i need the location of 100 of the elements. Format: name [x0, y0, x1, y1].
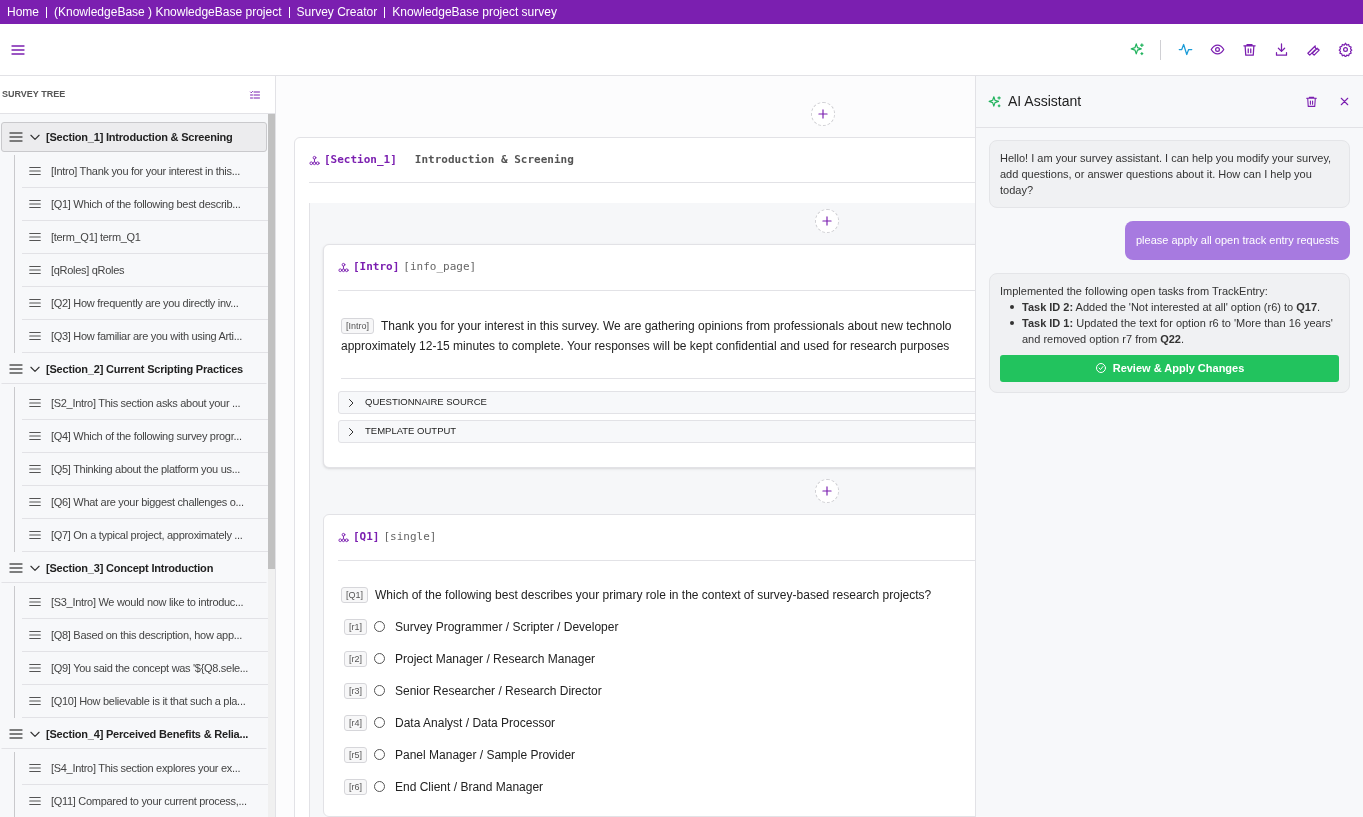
drag-handle-icon[interactable]	[28, 462, 42, 476]
plus-icon	[820, 484, 834, 498]
element-id: [Q1]	[353, 529, 380, 546]
item-label: [S4_Intro] This section explores your ex...	[51, 760, 241, 776]
breadcrumb-separator	[288, 6, 290, 18]
add-button[interactable]	[811, 102, 835, 126]
breadcrumb-link[interactable]: Home	[7, 3, 39, 21]
breadcrumb-separator	[384, 6, 386, 18]
add-button[interactable]	[815, 479, 839, 503]
settings-icon[interactable]	[1338, 42, 1353, 57]
item-label: [Q8] Based on this description, how app...	[51, 627, 243, 643]
close-icon[interactable]	[1338, 95, 1351, 108]
item-label: [Q11] Compared to your current process,...	[51, 793, 247, 809]
item-label: [Q1] Which of the following best describ...	[51, 196, 241, 212]
drag-handle-icon[interactable]	[28, 761, 42, 775]
code-badge: [r1]	[344, 618, 367, 635]
drag-handle-icon[interactable]	[28, 197, 42, 211]
assistant-message: Hello! I am your survey assistant. I can help you modify your survey, add questions, or answer questions about it. How can I help you today?	[989, 140, 1350, 208]
drag-handle-icon[interactable]	[28, 429, 42, 443]
item-label: [term_Q1] term_Q1	[51, 229, 141, 245]
drag-handle-icon[interactable]	[28, 396, 42, 410]
drag-handle-icon[interactable]	[28, 694, 42, 708]
element-type: [single]	[383, 529, 437, 546]
drag-handle-icon[interactable]	[28, 263, 42, 277]
user-message: please apply all open track entry requests	[1125, 221, 1350, 260]
add-button[interactable]	[815, 209, 839, 233]
element-id: [Intro]	[353, 259, 400, 276]
trash-icon[interactable]	[1305, 95, 1318, 108]
tree-section[interactable]: [Section_2] Current Scripting Practices	[1, 354, 267, 384]
drag-handle-icon[interactable]	[28, 628, 42, 642]
breadcrumb-separator	[46, 6, 47, 18]
option-label: Survey Programmer / Scripter / Developer	[395, 618, 619, 636]
drag-handle-icon[interactable]	[28, 230, 42, 244]
tree-section[interactable]: [Section_3] Concept Introduction	[1, 553, 267, 583]
sparkle-icon[interactable]	[1130, 42, 1145, 57]
hierarchy-icon	[309, 154, 320, 166]
trash-icon[interactable]	[1242, 42, 1257, 57]
list-item-text: Task ID 2: Added the 'Not interested at all' option (r6) to Q17.	[1022, 299, 1321, 315]
item-label: [Q2] How frequently are you directly inv...	[51, 295, 239, 311]
section-label: [Section_4] Perceived Benefits & Relia...	[46, 726, 249, 742]
drag-handle-icon[interactable]	[28, 495, 42, 509]
sparkle-icon	[988, 94, 1002, 109]
item-label: [Q3] How familiar are you with using Arti...	[51, 328, 242, 344]
panel-title: AI Assistant	[1008, 92, 1083, 111]
element-type: [info_page]	[403, 259, 477, 276]
intro-text: Thank you for your interest in this survey. We are gathering opinions from professionals about new technolo	[381, 318, 952, 335]
item-label: [S2_Intro] This section asks about your ...	[51, 395, 241, 411]
drag-handle-icon[interactable]	[8, 129, 24, 145]
drag-handle-icon[interactable]	[8, 726, 24, 742]
plus-icon	[820, 214, 834, 228]
section-id: [Section_1]	[324, 151, 397, 168]
section-title: Introduction & Screening	[414, 151, 574, 168]
code-badge: [r6]	[344, 778, 367, 795]
option-label: Data Analyst / Data Processor	[395, 714, 556, 732]
drag-handle-icon[interactable]	[28, 329, 42, 343]
tree-section[interactable]: [Section_1] Introduction & Screening	[1, 122, 267, 152]
item-label: [Q5] Thinking about the platform you us...	[51, 461, 240, 477]
drag-handle-icon[interactable]	[28, 528, 42, 542]
check-circle-icon	[1094, 362, 1107, 374]
item-label: [Q7] On a typical project, approximately ...	[51, 527, 243, 543]
drag-handle-icon[interactable]	[8, 560, 24, 576]
option-label: Senior Researcher / Research Director	[395, 682, 602, 700]
section-label: [Section_3] Concept Introduction	[46, 560, 214, 576]
option-label: End Client / Brand Manager	[395, 778, 544, 796]
breadcrumb-link[interactable]: (KnowledgeBase ) KnowledgeBase project	[54, 3, 282, 21]
code-badge: [r4]	[344, 714, 367, 731]
code-badge: [r3]	[344, 682, 367, 699]
item-label: [Intro] Thank you for your interest in this...	[51, 163, 240, 179]
code-badge: [r5]	[344, 746, 367, 763]
drag-handle-icon[interactable]	[28, 595, 42, 609]
drag-handle-icon[interactable]	[28, 296, 42, 310]
preview-icon[interactable]	[1210, 42, 1225, 57]
tree-section[interactable]: [Section_4] Perceived Benefits & Relia...	[1, 719, 267, 749]
hierarchy-icon	[338, 532, 349, 543]
collapsible-panel[interactable]: TEMPLATE OUTPUT	[338, 420, 975, 443]
drag-handle-icon[interactable]	[28, 661, 42, 675]
drag-handle-icon[interactable]	[28, 164, 42, 178]
drag-handle-icon[interactable]	[28, 794, 42, 808]
download-icon[interactable]	[1274, 42, 1289, 57]
item-label: [Q9] You said the concept was '${Q8.sele...	[51, 660, 249, 676]
option-label: Project Manager / Research Manager	[395, 650, 596, 668]
id-badge: [Intro]	[341, 318, 374, 334]
list-check-icon[interactable]	[249, 88, 261, 101]
drag-handle-icon[interactable]	[8, 361, 24, 377]
item-label: [Q10] How believable is it that such a pla...	[51, 693, 246, 709]
item-label: [Q4] Which of the following survey progr...	[51, 428, 242, 444]
hierarchy-icon	[338, 262, 349, 273]
breadcrumb-link[interactable]: Survey Creator	[296, 3, 378, 21]
item-label: [S3_Intro] We would now like to introduc...	[51, 594, 244, 610]
activity-icon[interactable]	[1178, 42, 1193, 57]
collapsible-panel[interactable]: QUESTIONNAIRE SOURCE	[338, 391, 975, 414]
question-text: Which of the following best describes your primary role in the context of survey-based research projects?	[375, 587, 932, 604]
breadcrumb-link[interactable]: KnowledgeBase project survey	[392, 3, 557, 21]
id-badge: [Q1]	[341, 587, 368, 603]
intro-text: approximately 12-15 minutes to complete. Your responses will be kept confidential and used for research purposes	[341, 338, 950, 355]
list-item-text: Task ID 1: Updated the text for option r6 to 'More than 16 years' and removed option r7 from Q22.	[1022, 315, 1334, 347]
scrollbar-thumb[interactable]	[268, 114, 275, 569]
panel-title: SURVEY TREE	[2, 87, 66, 101]
message-text: Implemented the following open tasks from TrackEntry:	[1000, 283, 1269, 299]
section-label: [Section_1] Introduction & Screening	[46, 129, 233, 145]
